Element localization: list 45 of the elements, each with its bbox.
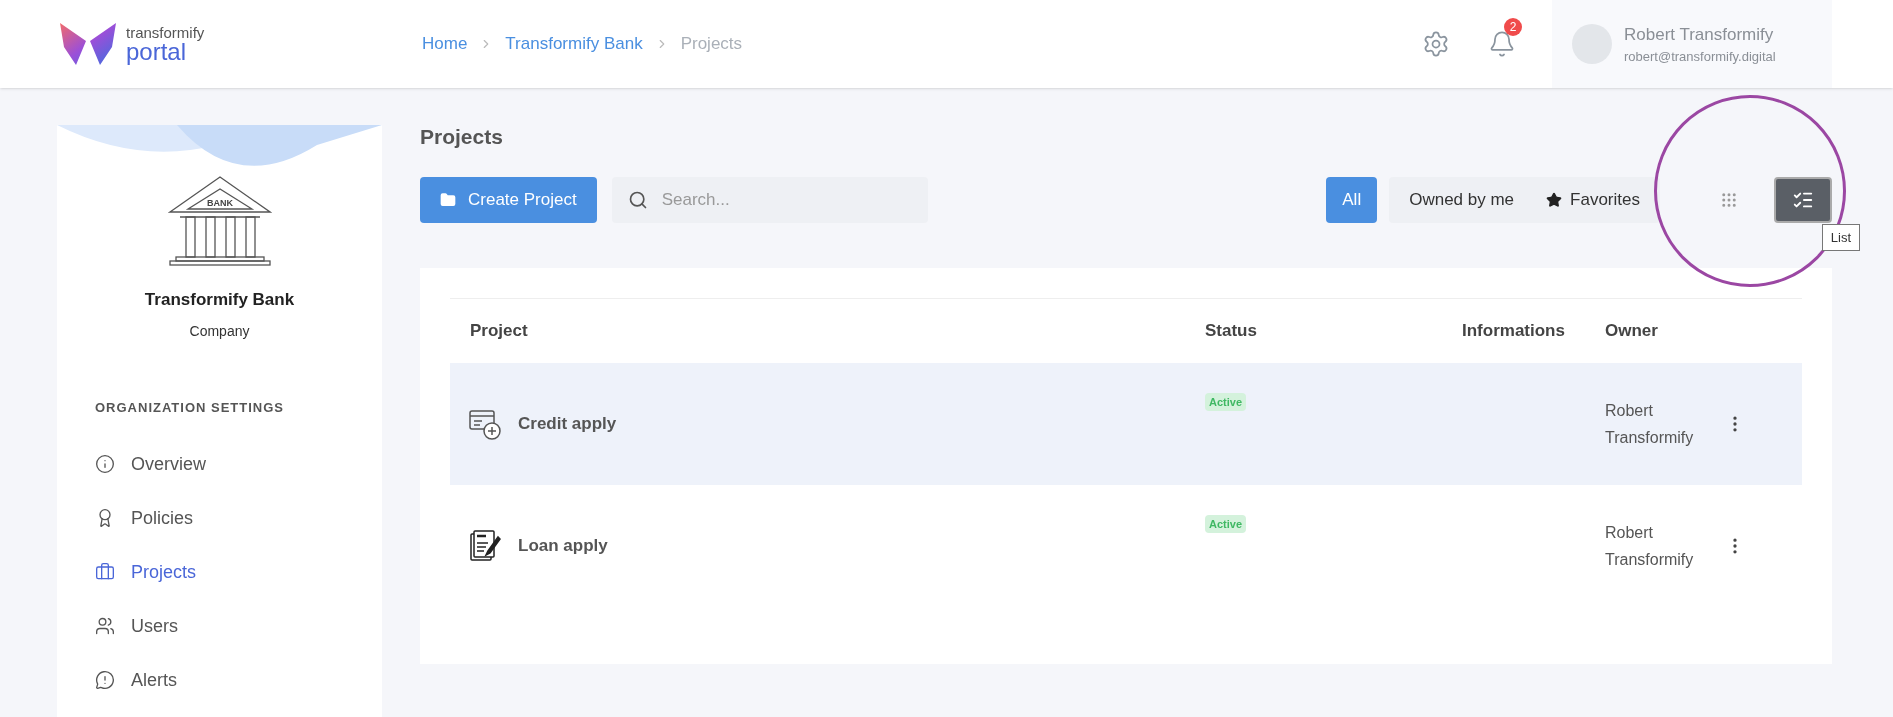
column-header: Informations [1462, 319, 1566, 342]
status-badge: Active [1205, 392, 1247, 411]
section-heading: ORGANIZATION SETTINGS [95, 398, 286, 417]
bank-building-drawing: BANK [167, 175, 272, 267]
speech-bubble-icon [95, 670, 115, 690]
breadcrumb-link[interactable]: Transformify Bank [505, 31, 643, 57]
info-icon [95, 454, 115, 474]
tooltip: List [1821, 223, 1860, 251]
butterfly-logo-icon [58, 21, 118, 67]
search-icon [627, 189, 648, 210]
company-name: Transformify Bank [144, 289, 295, 311]
filter-tab[interactable]: Favorites [1530, 176, 1660, 223]
filter-tab[interactable]: Owned by me [1389, 176, 1531, 223]
user-name: Robert Transformify [1624, 23, 1775, 46]
page-title: Projects [420, 124, 504, 150]
grid-dots-icon [1720, 190, 1738, 209]
search-field[interactable]: Search... [611, 176, 928, 223]
sidebar-nav-item[interactable]: Projects [95, 545, 382, 599]
notification-bell-icon[interactable] [1488, 30, 1516, 58]
folder-icon [440, 191, 456, 208]
project-name: Credit apply [518, 412, 617, 435]
sidebar-nav-item[interactable]: Alerts [95, 653, 382, 707]
notification-count: 2 [1504, 18, 1522, 36]
column-header: Project [469, 319, 529, 342]
status-badge: Active [1205, 514, 1247, 533]
sidebar-nav-item[interactable]: Overview [95, 437, 382, 491]
column-header: Status [1205, 319, 1258, 342]
user-email: robert@transformify.digital [1624, 48, 1776, 66]
owner-name: Robert Transformify [1605, 400, 1695, 448]
table-row[interactable]: Credit apply Active Robert Transformify [450, 362, 1802, 485]
briefcase-icon [95, 562, 115, 582]
sidebar-nav-item[interactable]: Users [95, 599, 382, 653]
project-name: Loan apply [518, 534, 608, 557]
users-icon [95, 616, 115, 636]
owner-name: Robert Transformify [1605, 522, 1695, 570]
document-pen-icon [468, 528, 502, 563]
logo-bottom-text: portal [126, 39, 187, 64]
list-view-button[interactable] [1774, 176, 1832, 223]
star-icon [1546, 191, 1563, 208]
column-header: Owner [1605, 319, 1658, 342]
settings-icon[interactable] [1422, 30, 1450, 58]
company-type: Company [189, 321, 250, 341]
logo-top-text: transformify [126, 24, 205, 40]
breadcrumb-link[interactable]: Home [422, 31, 468, 57]
sidebar-nav-item[interactable]: Policies [95, 491, 382, 545]
